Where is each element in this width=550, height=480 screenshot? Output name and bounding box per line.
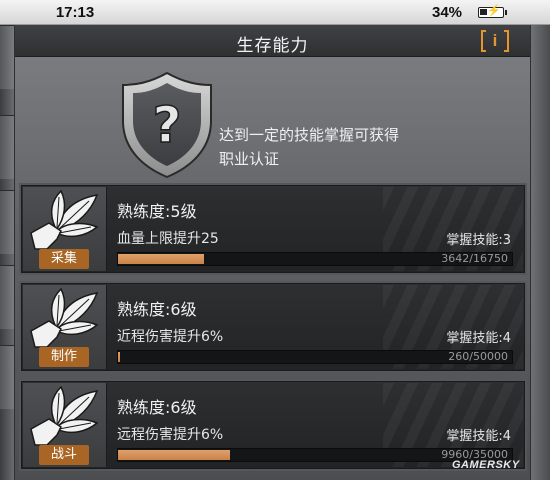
skill-bonus: 近程伤害提升6% [117, 329, 224, 345]
info-button[interactable]: i [481, 29, 509, 53]
intro-text: 达到一定的技能掌握可获得 职业认证 [219, 123, 479, 171]
skill-icon-box: 采集 [23, 187, 107, 271]
skill-name-tag: 采集 [39, 249, 89, 269]
left-edge-tabs [0, 25, 14, 480]
watermark-logo: GAMERSKY [452, 459, 520, 471]
intro-line-2: 职业认证 [219, 150, 280, 168]
skill-mastered-count: 掌握技能:3 [446, 233, 511, 248]
right-edge [531, 25, 550, 480]
skill-mastered-count: 掌握技能:4 [446, 331, 511, 346]
battery-percent: 34% [432, 4, 463, 21]
skill-card-combat[interactable]: 战斗 熟练度:6级 远程伤害提升6% 掌握技能:4 9960/35000 [19, 379, 527, 471]
skill-card-crafting[interactable]: 制作 熟练度:6级 近程伤害提升6% 掌握技能:4 260/50000 [19, 281, 527, 373]
skill-progress-text: 3642/16750 [441, 252, 508, 265]
skill-icon-box: 制作 [23, 285, 107, 369]
svg-text:?: ? [152, 96, 181, 154]
question-shield-icon: ? [122, 71, 212, 179]
panel-header: 生存能力 i [15, 25, 530, 57]
skill-level: 熟练度:5级 [117, 202, 197, 221]
panel-title: 生存能力 [236, 36, 309, 56]
status-bar: 17:13 34% ⚡ [0, 0, 550, 25]
skill-name-tag: 制作 [39, 347, 89, 367]
leaf-hand-icon [30, 189, 99, 250]
skill-card-gathering[interactable]: 采集 熟练度:5级 血量上限提升25 掌握技能:3 3642/16750 [19, 183, 527, 275]
leaf-hand-icon [30, 287, 99, 348]
skill-name-tag: 战斗 [39, 445, 89, 465]
skill-bonus: 远程伤害提升6% [117, 427, 224, 443]
leaf-hand-icon [30, 385, 99, 446]
certification-intro: ? 达到一定的技能掌握可获得 职业认证 [15, 57, 530, 187]
status-time: 17:13 [55, 4, 95, 21]
info-icon: i [492, 31, 498, 50]
battery-icon: ⚡ [478, 5, 507, 18]
skill-level: 熟练度:6级 [117, 398, 197, 417]
skill-level: 熟练度:6级 [117, 300, 197, 319]
skill-progress-bar: 3642/16750 [117, 252, 513, 266]
intro-line-1: 达到一定的技能掌握可获得 [219, 126, 400, 144]
skill-bonus: 血量上限提升25 [117, 231, 219, 247]
skill-progress-text: 260/50000 [448, 350, 508, 363]
survival-panel: 生存能力 i ? 达到一定的技能掌握可获得 职业认证 采集 熟练度:5级 血量上… [14, 25, 531, 480]
skill-icon-box: 战斗 [23, 383, 107, 467]
skill-mastered-count: 掌握技能:4 [446, 429, 511, 444]
skill-progress-bar: 260/50000 [117, 350, 513, 364]
